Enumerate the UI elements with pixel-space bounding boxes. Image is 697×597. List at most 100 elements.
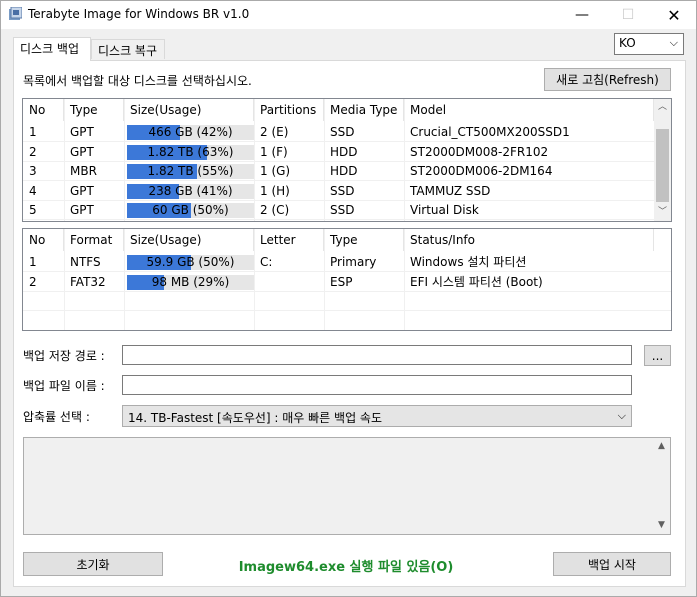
size-text: 238 GB (41%) (148, 183, 233, 198)
size-text: 59.9 GB (50%) (146, 255, 235, 269)
maximize-button[interactable]: ☐ (605, 1, 651, 29)
disk-row[interactable]: 3 MBR 1.82 TB (55%) 1 (G) HDD ST2000DM006-2DM… (23, 162, 671, 181)
language-select[interactable]: KO ⌵ (614, 33, 684, 55)
cell-no: 5 (29, 203, 37, 217)
disk-row[interactable]: 5 GPT 60 GB (50%) 2 (C) SSD Virtual Disk (23, 201, 671, 220)
window-title: Terabyte Image for Windows BR v1.0 (28, 7, 250, 21)
cell-letter (254, 273, 324, 292)
cell-format: FAT32 (70, 274, 106, 289)
size-text: 466 GB (42%) (148, 125, 233, 139)
scroll-up-icon[interactable]: ︿ (654, 99, 671, 116)
column-header[interactable]: Model (404, 99, 654, 121)
cell-type: GPT (70, 144, 94, 159)
partition-row[interactable] (23, 292, 671, 311)
close-button[interactable]: ✕ (651, 1, 697, 29)
cell-media: HDD (330, 164, 358, 178)
cell-media: HDD (330, 144, 358, 159)
cell-no: 1 (29, 255, 37, 269)
chevron-down-icon: ⌵ (669, 36, 678, 49)
scroll-up-icon[interactable]: ▲ (653, 438, 670, 455)
cell-media: SSD (330, 203, 355, 217)
column-header[interactable]: No (23, 229, 64, 251)
column-header[interactable]: Size(Usage) (124, 229, 254, 251)
cell-type: GPT (70, 125, 94, 139)
cell-type: GPT (70, 183, 94, 198)
usage-bar: 1.82 TB (63%) (127, 144, 254, 160)
usage-bar: 60 GB (50%) (127, 203, 254, 218)
cell-model: Crucial_CT500MX200SSD1 (410, 125, 570, 139)
refresh-button[interactable]: 새로 고침(Refresh) (544, 68, 671, 91)
scroll-thumb[interactable] (656, 129, 669, 202)
cell-partitions: 2 (E) (260, 125, 289, 139)
cell-media: SSD (330, 125, 355, 139)
backup-path-input[interactable] (122, 345, 632, 365)
cell-no: 1 (29, 125, 37, 139)
disk-row[interactable]: 4 GPT 238 GB (41%) 1 (H) SSD TAMMUZ SSD (23, 182, 671, 201)
log-scrollbar[interactable]: ▲ ▼ (653, 438, 670, 534)
partition-list[interactable]: No Format Size(Usage) Letter Type Status/Info… (22, 228, 672, 331)
instruction-text: 목록에서 백업할 대상 디스크를 선택하십시오. (23, 74, 252, 88)
column-header[interactable]: Format (64, 229, 124, 251)
app-window: Terabyte Image for Windows BR v1.0 — ☐ ✕… (0, 0, 697, 597)
size-text: 60 GB (50%) (152, 203, 229, 217)
chevron-down-icon: ⌵ (617, 409, 626, 422)
column-header[interactable]: Type (64, 99, 124, 121)
size-text: 1.82 TB (55%) (147, 164, 234, 178)
partition-row[interactable]: 2 FAT32 98 MB (29%) ESP EFI 시스템 파티션 (Boot) (23, 273, 671, 292)
column-header[interactable]: Status/Info (404, 229, 654, 251)
browse-button[interactable]: ... (644, 345, 671, 366)
compression-label: 압축률 선택 : (23, 410, 90, 424)
backup-path-label: 백업 저장 경로 : (23, 349, 105, 363)
minimize-button[interactable]: — (559, 1, 605, 29)
language-value: KO (619, 36, 636, 50)
size-text: 1.82 TB (63%) (147, 144, 234, 159)
backup-filename-input[interactable] (122, 375, 632, 395)
disk-list[interactable]: No Type Size(Usage) Partitions Media Type Mod… (22, 98, 672, 222)
cell-partitions: 1 (H) (260, 183, 290, 198)
cell-type: ESP (330, 274, 353, 289)
cell-model: ST2000DM008-2FR102 (410, 144, 549, 159)
title-bar: Terabyte Image for Windows BR v1.0 — ☐ ✕ (1, 1, 696, 29)
cell-partitions: 1 (G) (260, 164, 291, 178)
reset-button[interactable]: 초기화 (23, 552, 163, 576)
cell-model: TAMMUZ SSD (410, 183, 491, 198)
app-icon (9, 7, 22, 20)
cell-no: 3 (29, 164, 37, 178)
column-header[interactable]: Letter (254, 229, 324, 251)
disk-row[interactable]: 2 GPT 1.82 TB (63%) 1 (F) HDD ST2000DM008-2FR… (23, 143, 671, 162)
column-header[interactable]: Partitions (254, 99, 324, 121)
cell-partitions: 1 (F) (260, 144, 288, 159)
cell-type: GPT (70, 203, 94, 217)
tab-disk-restore[interactable]: 디스크 복구 (91, 39, 165, 59)
scroll-down-icon[interactable]: ﹀ (654, 204, 671, 221)
column-header[interactable]: Size(Usage) (124, 99, 254, 121)
disk-list-scrollbar[interactable]: ︿ ﹀ (654, 99, 671, 221)
log-output[interactable]: ▲ ▼ (23, 437, 671, 535)
cell-partitions: 2 (C) (260, 203, 290, 217)
cell-format: NTFS (70, 255, 101, 269)
partition-row[interactable]: 1 NTFS 59.9 GB (50%) C: Primary Windows 설치 파티… (23, 253, 671, 272)
cell-status: EFI 시스템 파티션 (Boot) (410, 274, 543, 289)
cell-no: 2 (29, 144, 37, 159)
disk-row[interactable]: 1 GPT 466 GB (42%) 2 (E) SSD Crucial_CT500MX2… (23, 123, 671, 142)
usage-bar: 466 GB (42%) (127, 125, 254, 140)
cell-model: Virtual Disk (410, 203, 479, 217)
status-text: Imagew64.exe 실행 파일 있음(O) (238, 560, 454, 575)
start-backup-button[interactable]: 백업 시작 (553, 552, 671, 576)
usage-bar: 238 GB (41%) (127, 183, 254, 199)
compression-select[interactable]: 14. TB-Fastest [속도우선] : 매우 빠른 백업 속도 ⌵ (122, 405, 632, 427)
column-header[interactable]: Type (324, 229, 404, 251)
cell-letter: C: (260, 255, 273, 269)
column-header[interactable]: No (23, 99, 64, 121)
partition-row[interactable] (23, 312, 671, 330)
cell-type: Primary (330, 255, 377, 269)
usage-bar: 1.82 TB (55%) (127, 164, 254, 179)
cell-no: 2 (29, 274, 37, 289)
cell-no: 4 (29, 183, 37, 198)
tab-disk-backup[interactable]: 디스크 백업 (13, 37, 91, 61)
column-header[interactable]: Media Type (324, 99, 404, 121)
cell-type: MBR (70, 164, 97, 178)
scroll-down-icon[interactable]: ▼ (653, 517, 670, 534)
backup-filename-label: 백업 파일 이름 : (23, 379, 105, 393)
cell-model: ST2000DM006-2DM164 (410, 164, 553, 178)
